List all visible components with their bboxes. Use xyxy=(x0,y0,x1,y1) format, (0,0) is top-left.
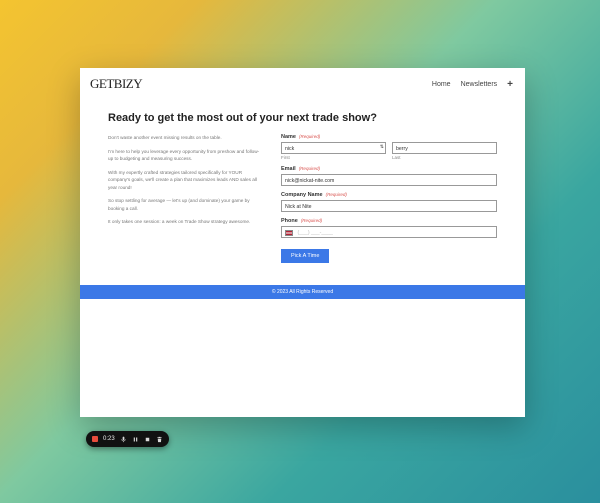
nav-plus-icon[interactable]: + xyxy=(507,79,513,90)
site-header: GETBIZY Home Newsletters + xyxy=(80,68,525,96)
page-whitespace xyxy=(80,299,525,417)
record-icon[interactable] xyxy=(92,436,98,442)
phone-field-group: Phone (Required) (___) ___-____ xyxy=(281,218,497,238)
copy-p3: With my expertly crafted strategies tail… xyxy=(108,169,263,192)
email-field-group: Email (Required) nick@nickat-nite.com xyxy=(281,166,497,186)
page-title: Ready to get the most out of your next t… xyxy=(108,112,497,124)
nav-home[interactable]: Home xyxy=(432,81,451,88)
required-tag: (Required) xyxy=(326,192,347,197)
top-nav: Home Newsletters + xyxy=(432,79,513,90)
email-label: Email xyxy=(281,166,296,172)
stepper-icon[interactable]: ⇅ xyxy=(380,144,384,150)
logo: GETBIZY xyxy=(90,76,142,92)
required-tag: (Required) xyxy=(301,218,322,223)
company-field-group: Company Name (Required) Nick at Nite xyxy=(281,192,497,212)
last-name-input[interactable]: berry xyxy=(392,142,497,154)
copy-column: Don't waste another event missing result… xyxy=(108,134,263,263)
email-input[interactable]: nick@nickat-nite.com xyxy=(281,174,497,186)
form-column: Name (Required) nick ⇅ First xyxy=(281,134,497,263)
microphone-icon[interactable] xyxy=(120,436,127,443)
first-sublabel: First xyxy=(281,155,386,160)
copy-p4: So stop settling for average — let's up … xyxy=(108,197,263,212)
flag-icon xyxy=(285,230,293,236)
recording-toolbar: 0:23 xyxy=(86,431,169,447)
main-content: Ready to get the most out of your next t… xyxy=(80,96,525,277)
company-input[interactable]: Nick at Nite xyxy=(281,200,497,212)
submit-button[interactable]: Pick A Time xyxy=(281,249,329,263)
required-tag: (Required) xyxy=(299,134,320,139)
last-sublabel: Last xyxy=(392,155,497,160)
name-label: Name xyxy=(281,134,296,140)
name-field: Name (Required) nick ⇅ First xyxy=(281,134,497,160)
company-label: Company Name xyxy=(281,192,323,198)
stop-icon[interactable] xyxy=(144,436,151,443)
phone-value: (___) ___-____ xyxy=(297,230,332,236)
footer: © 2023 All Rights Reserved xyxy=(80,285,525,299)
recording-time: 0:23 xyxy=(103,436,115,442)
pause-icon[interactable] xyxy=(132,436,139,443)
required-tag: (Required) xyxy=(299,166,320,171)
phone-label: Phone xyxy=(281,218,298,224)
first-name-input[interactable]: nick xyxy=(281,142,386,154)
phone-input[interactable]: (___) ___-____ xyxy=(281,226,497,238)
nav-newsletters[interactable]: Newsletters xyxy=(461,81,498,88)
copy-p1: Don't waste another event missing result… xyxy=(108,134,263,142)
browser-window: GETBIZY Home Newsletters + Ready to get … xyxy=(80,68,525,417)
copy-p2: I'm here to help you leverage every oppo… xyxy=(108,148,263,163)
copy-p5: It only takes one session: a week on Tra… xyxy=(108,218,263,226)
delete-icon[interactable] xyxy=(156,436,163,443)
